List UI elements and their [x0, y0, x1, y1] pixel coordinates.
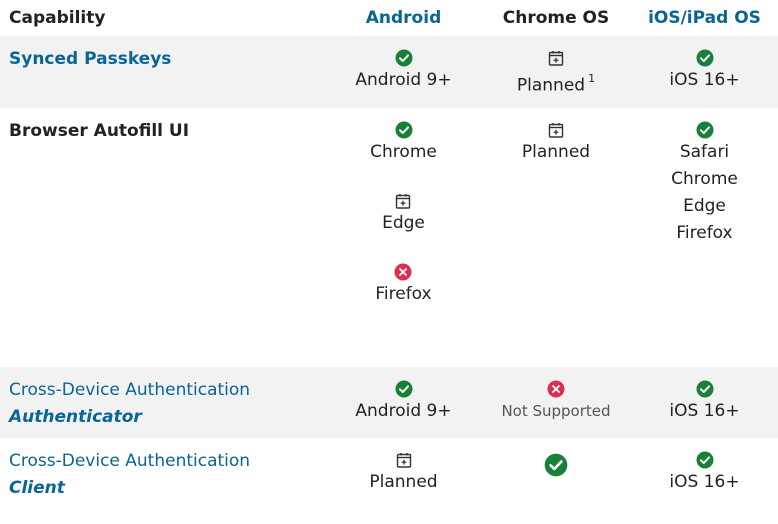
header-ios[interactable]: iOS/iPad OS	[631, 0, 778, 36]
header-row: Capability Android Chrome OS iOS/iPad OS	[0, 0, 778, 36]
android-version-label: Android 9+	[355, 70, 452, 90]
table-row-synced-passkeys: Synced Passkeys Android 9+ Planned 1 iOS …	[0, 36, 778, 108]
check-icon	[395, 49, 413, 67]
ios-version-label: iOS 16+	[669, 472, 740, 492]
check-icon	[696, 49, 714, 67]
not-supported-label: Not Supported	[501, 402, 611, 420]
android-version-label: Android 9+	[355, 401, 452, 421]
table-row-cda-client: Cross-Device Authentication Client Plann…	[0, 438, 778, 524]
check-icon	[696, 451, 714, 469]
x-circle-icon	[394, 263, 412, 281]
ios-safari-label: Safari	[679, 142, 730, 162]
client-subtitle[interactable]: Client	[9, 475, 326, 502]
cda-authenticator-title[interactable]: Cross-Device Authentication	[9, 377, 326, 404]
ios-edge-label: Edge	[683, 196, 726, 216]
check-icon	[696, 380, 714, 398]
chromeos-planned-label: Planned	[521, 142, 591, 162]
check-icon	[544, 453, 568, 477]
table-row-cda-authenticator: Cross-Device Authentication Authenticato…	[0, 367, 778, 438]
footnote-marker[interactable]: 1	[588, 72, 595, 85]
android-firefox-label: Firefox	[375, 284, 432, 304]
ios-chrome-label: Chrome	[671, 169, 738, 189]
calendar-plus-icon	[394, 192, 412, 210]
android-planned-label: Planned	[369, 472, 438, 492]
ios-version-label: iOS 16+	[669, 401, 740, 421]
header-android[interactable]: Android	[326, 0, 481, 36]
capability-table: Capability Android Chrome OS iOS/iPad OS…	[0, 0, 778, 524]
synced-passkeys-link[interactable]: Synced Passkeys	[9, 49, 171, 69]
calendar-plus-icon	[395, 451, 413, 469]
calendar-plus-icon	[547, 121, 565, 139]
planned-label: Planned 1	[516, 72, 596, 96]
android-chrome-label: Chrome	[370, 142, 437, 162]
header-chromeos: Chrome OS	[502, 8, 610, 28]
ios-firefox-label: Firefox	[676, 223, 733, 243]
android-edge-label: Edge	[382, 213, 425, 233]
authenticator-subtitle[interactable]: Authenticator	[9, 404, 326, 431]
browser-autofill-title: Browser Autofill UI	[9, 121, 190, 141]
header-capability: Capability	[9, 8, 106, 28]
check-icon	[696, 121, 714, 139]
cda-client-title[interactable]: Cross-Device Authentication	[9, 448, 326, 475]
calendar-plus-icon	[547, 49, 565, 67]
x-circle-icon	[547, 380, 565, 398]
table-row-browser-autofill: Browser Autofill UI Chrome Edge Firefox	[0, 108, 778, 367]
check-icon	[395, 380, 413, 398]
check-icon	[395, 121, 413, 139]
ios-version-label: iOS 16+	[669, 70, 740, 90]
